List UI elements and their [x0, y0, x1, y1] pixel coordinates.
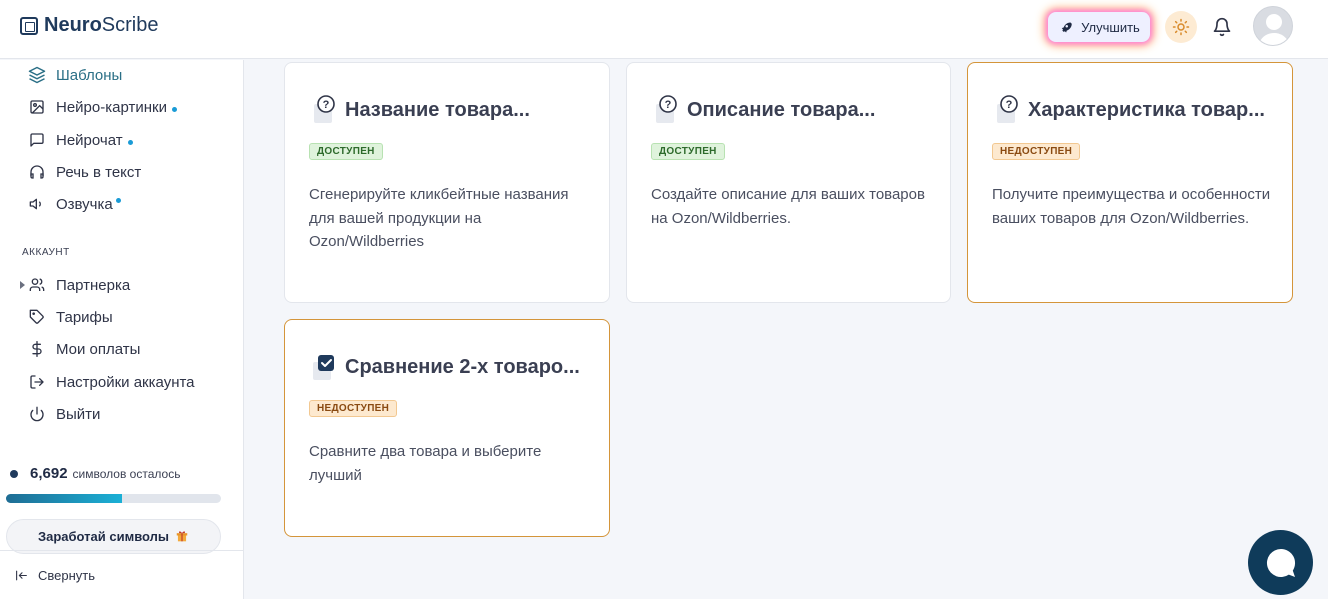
- collapse-sidebar-button[interactable]: Свернуть: [0, 550, 243, 599]
- gift-icon: [175, 528, 189, 546]
- sidebar-item-label: Выйти: [56, 405, 101, 423]
- notifications-button[interactable]: [1212, 16, 1232, 43]
- question-doc-icon: ?: [651, 95, 681, 125]
- sidebar-item-label: Нейро-картинки: [56, 98, 167, 116]
- logo[interactable]: NeuroScribe: [20, 14, 159, 37]
- credits-value: 6,692: [30, 465, 68, 482]
- speaker-icon: [28, 195, 46, 213]
- checkbox-doc-icon: [309, 352, 339, 382]
- credits-dot: [10, 469, 18, 478]
- card-description: Создайте описание для ваших товаров на O…: [651, 186, 925, 227]
- sidebar-item-label: Нейрочат: [56, 131, 123, 149]
- logo-rest: Scribe: [101, 14, 159, 36]
- new-dot: [127, 139, 133, 145]
- sidebar-item-account-settings[interactable]: Настройки аккаунта: [28, 371, 195, 393]
- svg-text:?: ?: [323, 99, 330, 111]
- sidebar-item-tariffs[interactable]: Тарифы: [28, 306, 113, 328]
- sidebar-item-label: Шаблоны: [56, 66, 123, 84]
- sidebar-item-label: Партнерка: [56, 276, 131, 294]
- user-avatar[interactable]: [1253, 6, 1293, 46]
- collapse-arrow-icon: [16, 570, 27, 580]
- status-badge: ДОСТУПЕН: [309, 143, 383, 160]
- sidebar-item-neurochat[interactable]: Нейрочат: [28, 129, 133, 151]
- sidebar-item-label: Настройки аккаунта: [56, 373, 195, 391]
- image-icon: [28, 98, 46, 116]
- card-title: Название товара...: [345, 98, 530, 121]
- logo-icon: [20, 16, 38, 35]
- users-icon: [28, 276, 46, 294]
- sidebar-item-voiceover[interactable]: Озвучка: [28, 193, 121, 215]
- user-silhouette-icon: [1258, 14, 1290, 45]
- sidebar-item-templates[interactable]: Шаблоны: [28, 64, 122, 86]
- credits-progress-bar: [6, 494, 221, 503]
- upgrade-label: Улучшить: [1081, 19, 1140, 35]
- layers-icon: [28, 66, 46, 84]
- card-title: Характеристика товар...: [1028, 98, 1265, 121]
- template-card-product-comparison[interactable]: Сравнение 2-х товаро... НЕДОСТУПЕН Сравн…: [284, 319, 610, 537]
- svg-text:?: ?: [665, 99, 672, 111]
- credits-remaining: 6,692 символов осталось: [10, 465, 180, 482]
- template-card-product-name[interactable]: ? Название товара... ДОСТУПЕН Сгенерируй…: [284, 62, 610, 303]
- headphones-icon: [28, 163, 46, 181]
- sidebar-item-label: Тарифы: [56, 308, 113, 326]
- sidebar-item-partner[interactable]: Партнерка: [28, 274, 130, 296]
- earn-credits-button[interactable]: Заработай символы: [6, 519, 221, 554]
- expand-caret-icon[interactable]: [20, 281, 25, 289]
- logout-arrow-icon: [28, 373, 46, 391]
- earn-label: Заработай символы: [37, 529, 170, 544]
- card-description: Получите преимущества и особенности ваши…: [992, 186, 1271, 227]
- template-card-product-description[interactable]: ? Описание товара... ДОСТУПЕН Создайте о…: [626, 62, 951, 303]
- chat-bubble-icon: [28, 131, 46, 149]
- credits-text: символов осталось: [72, 466, 181, 481]
- dollar-icon: [28, 340, 46, 358]
- question-doc-icon: ?: [309, 95, 339, 125]
- sidebar-item-speech-to-text[interactable]: Речь в текст: [28, 161, 141, 183]
- support-chat-button[interactable]: [1248, 530, 1313, 595]
- sidebar-item-label: Речь в текст: [56, 163, 142, 181]
- credits-progress-fill: [6, 494, 123, 503]
- tag-icon: [28, 308, 46, 326]
- rocket-icon: [1061, 22, 1072, 32]
- power-icon: [28, 405, 46, 423]
- svg-text:?: ?: [1006, 99, 1013, 111]
- sidebar-item-label: Озвучка: [56, 195, 113, 213]
- status-badge: ДОСТУПЕН: [651, 143, 725, 160]
- status-badge: НЕДОСТУПЕН: [992, 143, 1081, 160]
- collapse-label: Свернуть: [38, 567, 96, 583]
- logo-bold: Neuro: [44, 14, 102, 36]
- sidebar-item-logout[interactable]: Выйти: [28, 403, 100, 425]
- top-header: NeuroScribe Улучшить: [0, 0, 1328, 59]
- template-card-product-features[interactable]: ? Характеристика товар... НЕДОСТУПЕН Пол…: [967, 62, 1293, 303]
- new-dot: [115, 197, 121, 203]
- sidebar-item-label: Мои оплаты: [56, 340, 141, 358]
- chat-bubble-icon: [1266, 548, 1295, 577]
- card-title: Описание товара...: [687, 98, 876, 121]
- card-description: Сгенерируйте кликбейтные названия для ва…: [309, 186, 569, 250]
- status-badge: НЕДОСТУПЕН: [309, 400, 398, 417]
- sidebar: Шаблоны Нейро-картинки Нейрочат Речь в т…: [0, 60, 244, 599]
- upgrade-button[interactable]: Улучшить: [1048, 12, 1150, 42]
- bell-icon: [1213, 17, 1231, 37]
- sidebar-item-payments[interactable]: Мои оплаты: [28, 338, 140, 360]
- new-dot: [171, 106, 177, 112]
- card-title: Сравнение 2-х товаро...: [345, 355, 580, 378]
- sun-icon: [1172, 18, 1190, 36]
- theme-toggle-button[interactable]: [1165, 11, 1197, 43]
- sidebar-item-neuro-images[interactable]: Нейро-картинки: [28, 96, 177, 118]
- card-description: Сравните два товара и выберите лучший: [309, 443, 542, 484]
- account-section-label: АККАУНТ: [22, 247, 70, 258]
- question-doc-icon: ?: [992, 95, 1022, 125]
